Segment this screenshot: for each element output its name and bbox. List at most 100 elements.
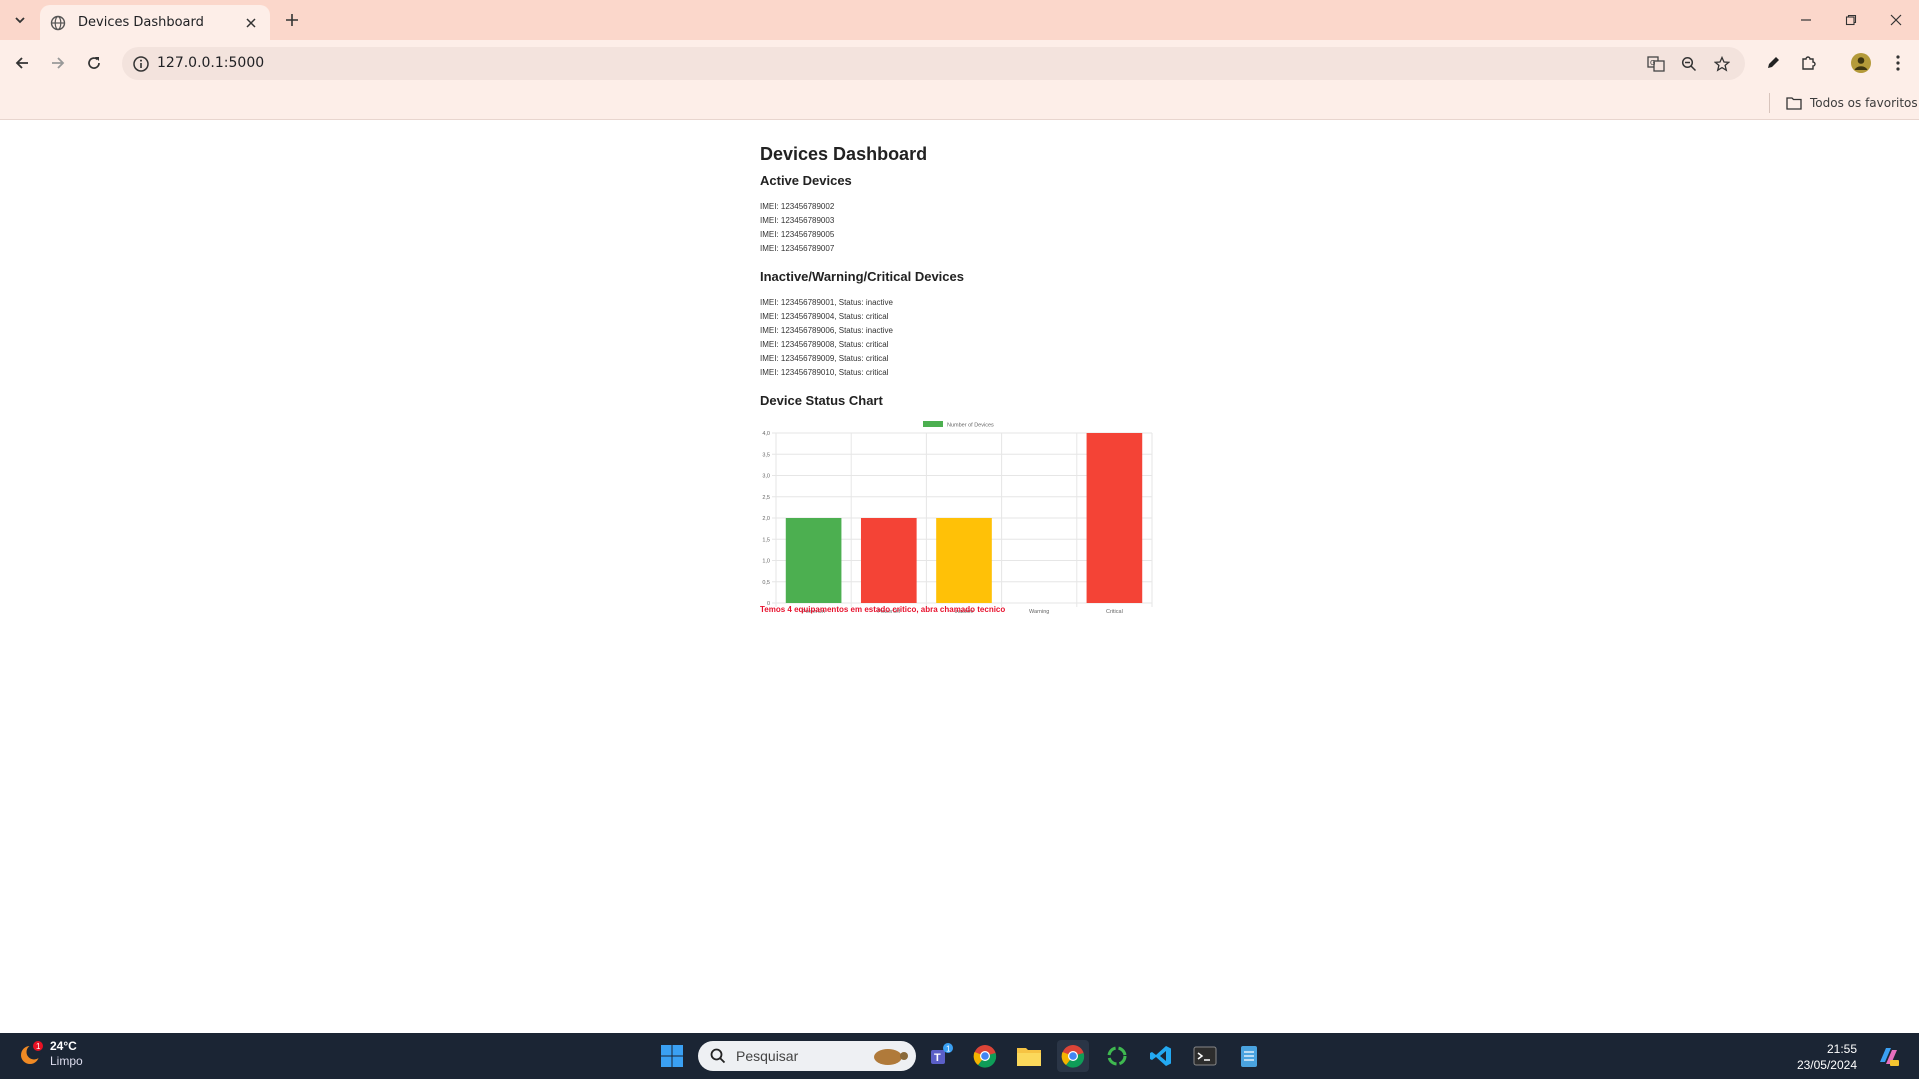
teams-app[interactable]: T1 (925, 1040, 957, 1072)
bar-inactive (936, 518, 992, 603)
tab-strip: Devices Dashboard (0, 0, 1919, 40)
sync-app[interactable] (1101, 1040, 1133, 1072)
bookmarks-bar: Todos os favoritos (0, 86, 1919, 120)
chevron-down-icon (15, 17, 25, 24)
plus-icon (286, 14, 298, 26)
weather-temp: 24°C (50, 1039, 77, 1053)
vscode-app[interactable] (1145, 1040, 1177, 1072)
list-item: IMEI: 123456789009, Status: critical (760, 354, 889, 363)
bar-critical (1086, 433, 1143, 603)
active-devices-list: IMEI: 123456789002 IMEI: 123456789003 IM… (760, 200, 1180, 256)
svg-text:G: G (1650, 59, 1655, 67)
devtools-extension-button[interactable] (1761, 51, 1785, 75)
y-tick-label: 1,0 (762, 559, 770, 565)
start-button[interactable] (656, 1040, 688, 1072)
search-icon (710, 1048, 726, 1064)
list-item: IMEI: 123456789004, Status: critical (760, 312, 889, 321)
back-button[interactable] (8, 49, 36, 77)
close-window-button[interactable] (1873, 0, 1919, 40)
translate-icon: G (1647, 56, 1665, 72)
y-tick-label: 3,0 (762, 474, 770, 480)
browser-toolbar: 127.0.0.1:5000 G (0, 40, 1919, 86)
teams-badge: 1 (946, 1045, 951, 1054)
minimize-button[interactable] (1783, 0, 1829, 40)
zoom-button[interactable] (1679, 54, 1699, 74)
terminal-app[interactable] (1189, 1040, 1221, 1072)
device-status-chart: 0 0,5 1,0 1,5 2,0 2,5 3,0 3,5 4,0 PowerOn PowerOff… (760, 420, 1160, 630)
vscode-icon (1150, 1046, 1171, 1066)
chrome-app-active[interactable] (1057, 1040, 1089, 1072)
browser-menu-button[interactable] (1886, 51, 1910, 75)
browser-tab[interactable]: Devices Dashboard (40, 5, 270, 40)
page-content: Devices Dashboard Active Devices IMEI: 1… (760, 144, 1180, 630)
url-text: 127.0.0.1:5000 (157, 55, 265, 71)
minimize-icon (1801, 19, 1811, 21)
bookmark-star-button[interactable] (1712, 54, 1732, 74)
x-tick-label: Warning (1029, 609, 1049, 615)
restore-icon (1845, 14, 1857, 26)
file-explorer-app[interactable] (1013, 1040, 1045, 1072)
search-placeholder: Pesquisar (736, 1048, 799, 1064)
list-item: IMEI: 123456789002 (760, 202, 835, 211)
globe-icon (50, 15, 66, 31)
folder-icon (1017, 1048, 1041, 1066)
windows-icon (661, 1045, 683, 1067)
y-tick-label: 0,5 (762, 580, 770, 586)
critical-alert-text: Temos 4 equipamentos em estado critico, … (760, 605, 1006, 614)
notepad-icon (1241, 1046, 1257, 1067)
circular-arrows-icon (1107, 1046, 1127, 1066)
y-tick-label: 4,0 (762, 431, 770, 437)
puzzle-icon (1802, 56, 1816, 70)
copilot-icon (1880, 1048, 1899, 1066)
inactive-devices-heading: Inactive/Warning/Critical Devices (760, 269, 964, 284)
close-tab-icon[interactable] (242, 14, 260, 32)
info-icon[interactable] (132, 55, 150, 73)
legend-label: Number of Devices (947, 423, 994, 429)
all-bookmarks-label: Todos os favoritos (1810, 96, 1918, 110)
terminal-icon (1193, 1046, 1217, 1066)
system-clock[interactable]: 21:55 23/05/2024 (1797, 1041, 1857, 1073)
reload-button[interactable] (80, 49, 108, 77)
arrow-left-icon (15, 57, 28, 69)
active-devices-heading: Active Devices (760, 173, 852, 188)
avatar-icon (1851, 53, 1871, 73)
forward-button[interactable] (44, 49, 72, 77)
weather-widget[interactable]: 1 24°C Limpo (18, 1039, 83, 1069)
weather-badge: 1 (36, 1042, 41, 1051)
star-icon (1714, 56, 1730, 72)
list-item: IMEI: 123456789005 (760, 230, 835, 239)
turtle-decoration-icon (874, 1049, 908, 1065)
y-tick-label: 3,5 (762, 452, 770, 458)
reload-icon (88, 57, 100, 69)
translate-button[interactable]: G (1646, 54, 1666, 74)
list-item: IMEI: 123456789006, Status: inactive (760, 326, 893, 335)
chart-heading: Device Status Chart (760, 393, 883, 408)
clock-time: 21:55 (1826, 1042, 1857, 1056)
notepad-app[interactable] (1233, 1040, 1265, 1072)
extensions-button[interactable] (1797, 51, 1821, 75)
list-item: IMEI: 123456789010, Status: critical (760, 368, 889, 377)
new-tab-button[interactable] (282, 10, 302, 30)
x-tick-label: Critical (1106, 609, 1123, 615)
chrome-app[interactable] (969, 1040, 1001, 1072)
chart-canvas: 00,51,01,52,02,53,03,54,0PowerOn PowerOff… (762, 421, 1153, 615)
profile-avatar[interactable] (1849, 51, 1873, 75)
tab-search-button[interactable] (7, 9, 33, 31)
chrome-profile-icon (1061, 1045, 1085, 1068)
copilot-button[interactable] (1872, 1040, 1904, 1072)
zoom-out-icon (1681, 56, 1697, 72)
inactive-devices-list: IMEI: 123456789001, Status: inactive IME… (760, 296, 1180, 380)
legend-swatch (923, 421, 943, 427)
restore-button[interactable] (1828, 0, 1874, 40)
taskbar-search[interactable]: Pesquisar (698, 1041, 916, 1071)
clock-date: 23/05/2024 (1796, 1058, 1857, 1072)
list-item: IMEI: 123456789001, Status: inactive (760, 298, 893, 307)
bookmarks-divider (1769, 93, 1770, 113)
kebab-menu-icon (1896, 55, 1900, 71)
teams-icon: T1 (931, 1043, 953, 1064)
weather-condition: Limpo (50, 1054, 83, 1068)
all-bookmarks-button[interactable]: Todos os favoritos (1786, 93, 1918, 113)
y-tick-label: 1,5 (762, 537, 770, 543)
address-bar[interactable]: 127.0.0.1:5000 G (122, 47, 1745, 80)
list-item: IMEI: 123456789003 (760, 216, 835, 225)
